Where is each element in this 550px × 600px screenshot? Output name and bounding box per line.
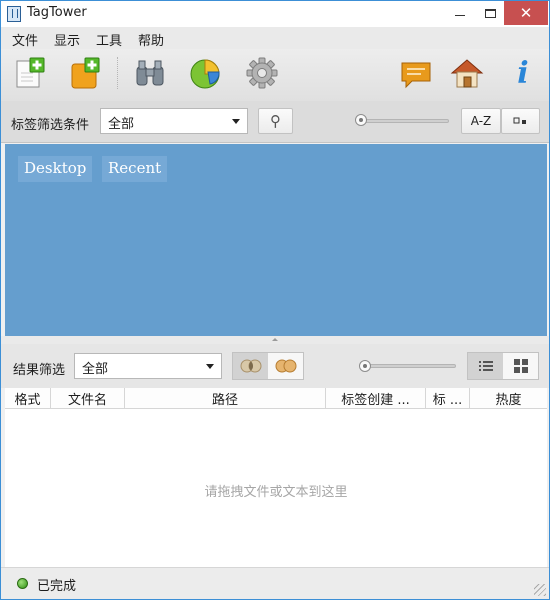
tag-filter-bar: 标签筛选条件 全部 ⚲ A-Z xyxy=(1,101,549,143)
resize-grip-icon[interactable] xyxy=(534,584,546,596)
results-table-body[interactable]: 请拖拽文件或文本到这里 xyxy=(5,409,547,567)
grid-view-icon xyxy=(513,359,528,373)
close-button[interactable]: ✕ xyxy=(504,1,548,25)
result-filter-bar: 结果筛选 全部 xyxy=(1,344,549,388)
list-view-button[interactable] xyxy=(468,353,503,379)
column-header-tag-created[interactable]: 标签创建 ... xyxy=(326,388,426,409)
status-bar: 已完成 xyxy=(1,567,549,599)
new-file-icon[interactable] xyxy=(11,55,47,91)
tag-view-toggle-button[interactable] xyxy=(501,108,540,134)
sort-az-label: A-Z xyxy=(470,114,492,128)
gear-icon[interactable] xyxy=(244,55,280,91)
menu-file[interactable]: 文件 xyxy=(12,30,38,49)
match-mode-toggle xyxy=(232,352,304,380)
chevron-down-icon xyxy=(206,364,214,369)
toolbar-separator xyxy=(117,57,118,89)
menu-bar: 文件 显示 工具 帮助 xyxy=(1,27,549,49)
pie-chart-icon[interactable] xyxy=(188,55,224,91)
tag-cloud-area[interactable]: Desktop Recent xyxy=(5,144,547,336)
result-filter-selected: 全部 xyxy=(82,362,109,377)
minimize-button[interactable] xyxy=(445,1,475,25)
tag-search-button[interactable]: ⚲ xyxy=(258,108,293,134)
tag-filter-dropdown[interactable]: 全部 xyxy=(100,108,248,134)
status-ok-icon xyxy=(17,578,28,589)
title-bar[interactable]: TagTower ✕ xyxy=(1,1,549,27)
add-tag-icon[interactable] xyxy=(67,55,103,91)
sort-az-button[interactable]: A-Z xyxy=(461,108,501,134)
status-text: 已完成 xyxy=(37,579,77,594)
tag-view-icon xyxy=(513,117,526,124)
tag-size-slider-track[interactable] xyxy=(357,119,449,123)
menu-view[interactable]: 显示 xyxy=(54,30,80,49)
match-intersection-button[interactable] xyxy=(233,353,268,379)
maximize-button[interactable] xyxy=(475,1,505,25)
info-icon[interactable]: i xyxy=(505,55,541,91)
column-header-path[interactable]: 路径 xyxy=(125,388,326,409)
tag-filter-label: 标签筛选条件 xyxy=(11,118,90,133)
drop-hint-text: 请拖拽文件或文本到这里 xyxy=(204,485,348,500)
maximize-icon xyxy=(484,8,496,18)
column-header-format[interactable]: 格式 xyxy=(5,388,51,409)
comment-icon[interactable] xyxy=(398,55,434,91)
result-size-slider-track[interactable] xyxy=(364,364,456,368)
toolbar: i xyxy=(1,49,549,101)
close-icon: ✕ xyxy=(519,4,533,22)
tag-filter-selected: 全部 xyxy=(108,117,135,132)
tag-size-slider-thumb[interactable] xyxy=(355,114,367,126)
grid-view-button[interactable] xyxy=(503,353,538,379)
app-logo-icon xyxy=(7,6,21,22)
match-union-button[interactable] xyxy=(268,353,303,379)
tag-chip-recent[interactable]: Recent xyxy=(102,156,168,182)
home-icon[interactable] xyxy=(449,55,485,91)
menu-tools[interactable]: 工具 xyxy=(96,30,122,49)
column-header-popularity[interactable]: 热度 xyxy=(470,388,547,409)
result-filter-dropdown[interactable]: 全部 xyxy=(74,353,222,379)
search-icon: ⚲ xyxy=(270,112,281,130)
window-title: TagTower xyxy=(27,5,87,20)
intersection-icon xyxy=(240,359,261,373)
result-filter-label: 结果筛选 xyxy=(13,363,66,378)
info-glyph: i xyxy=(517,55,529,91)
list-view-icon xyxy=(478,361,493,371)
union-icon xyxy=(275,359,296,373)
minimize-icon xyxy=(455,14,465,16)
pane-splitter[interactable] xyxy=(1,336,549,344)
result-view-toggle xyxy=(467,352,539,380)
column-header-tags[interactable]: 标 ... xyxy=(426,388,470,409)
menu-help[interactable]: 帮助 xyxy=(138,30,164,49)
column-header-filename[interactable]: 文件名 xyxy=(51,388,125,409)
chevron-down-icon xyxy=(232,119,240,124)
tag-chip-desktop[interactable]: Desktop xyxy=(18,156,93,182)
app-window: TagTower ✕ 文件 显示 工具 帮助 i 标签筛选条件 全部 ⚲ A-Z… xyxy=(0,0,550,600)
results-table-header: 格式 文件名 路径 标签创建 ... 标 ... 热度 xyxy=(5,388,547,409)
result-size-slider-thumb[interactable] xyxy=(359,360,371,372)
binoculars-icon[interactable] xyxy=(132,55,168,91)
